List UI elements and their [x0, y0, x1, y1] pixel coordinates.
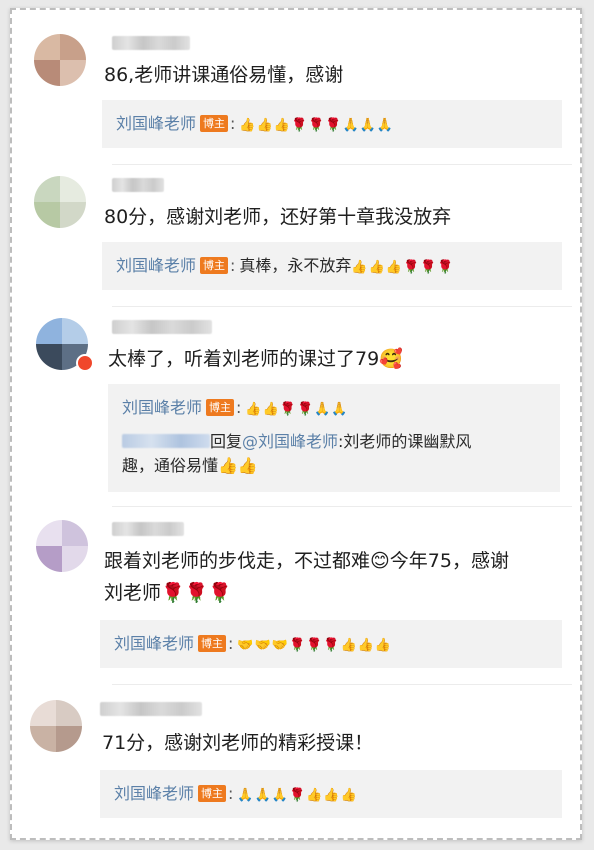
comment-text-line1: 跟着刘老师的步伐走，不过都难😊今年75，感谢 — [104, 550, 509, 572]
reply-emoji: 👍👍🌹🌹🙏🙏 — [245, 402, 349, 417]
reply-colon: : — [228, 634, 234, 653]
mention-link[interactable]: @刘国峰老师 — [242, 432, 338, 451]
blogger-badge: 博主 — [198, 785, 227, 802]
author-name-link[interactable]: 刘国峰老师 — [116, 256, 196, 275]
reply-emoji: 🤝🤝🤝🌹🌹🌹👍👍👍 — [237, 638, 393, 653]
divider — [112, 306, 572, 307]
reply-emoji: 🙏🙏🙏🌹👍👍👍 — [237, 788, 358, 803]
blogger-badge: 博主 — [206, 399, 235, 416]
comment-text: 太棒了，听着刘老师的课过了79🥰 — [108, 348, 403, 370]
reply-colon: : — [236, 398, 242, 417]
comment-text: 71分，感谢刘老师的精彩授课！ — [102, 732, 374, 754]
author-name-link[interactable]: 刘国峰老师 — [122, 398, 202, 417]
reply-emoji: 👍👍👍🌹🌹🌹🙏🙏🙏 — [239, 118, 395, 133]
sub-reply-username-blurred[interactable] — [122, 434, 210, 448]
sub-reply: 回复@刘国峰老师:刘老师的课幽默风 趣，通俗易懂👍👍 — [122, 430, 546, 478]
comment-card: 86,老师讲课通俗易懂，感谢 刘国峰老师 博主: 👍👍👍🌹🌹🌹🙏🙏🙏 80分，感谢刘… — [10, 8, 582, 840]
username-blurred[interactable] — [112, 320, 212, 334]
divider — [112, 164, 572, 165]
author-reply: 刘国峰老师 博主: 🙏🙏🙏🌹👍👍👍 — [100, 770, 562, 818]
username-blurred[interactable] — [112, 36, 190, 50]
author-reply: 刘国峰老师 博主: 👍👍👍🌹🌹🌹🙏🙏🙏 — [102, 100, 562, 148]
reply-emoji: 👍👍👍🌹🌹🌹 — [351, 260, 455, 275]
comment-text: 80分，感谢刘老师，还好第十章我没放弃 — [104, 206, 452, 228]
author-reply: 刘国峰老师 博主: 🤝🤝🤝🌹🌹🌹👍👍👍 — [100, 620, 562, 668]
divider — [112, 684, 572, 685]
verified-badge-icon — [76, 354, 94, 372]
comment-text-line2: 刘老师🌹🌹🌹 — [104, 582, 232, 604]
username-blurred[interactable] — [112, 522, 184, 536]
blogger-badge: 博主 — [200, 115, 229, 132]
avatar[interactable] — [36, 520, 88, 572]
author-name-link[interactable]: 刘国峰老师 — [114, 634, 194, 653]
username-blurred[interactable] — [112, 178, 164, 192]
author-reply: 刘国峰老师 博主: 👍👍🌹🌹🙏🙏 回复@刘国峰老师:刘老师的课幽默风 趣，通俗易懂👍… — [108, 384, 560, 492]
sub-reply-text-line1: :刘老师的课幽默风 — [338, 432, 472, 451]
avatar[interactable] — [34, 176, 86, 228]
blogger-badge: 博主 — [200, 257, 229, 274]
reply-colon: : — [230, 114, 236, 133]
reply-text: 真棒，永不放弃 — [239, 256, 352, 275]
reply-colon: : — [228, 784, 234, 803]
sub-reply-prefix: 回复 — [210, 432, 243, 451]
avatar[interactable] — [34, 34, 86, 86]
comment-text: 86,老师讲课通俗易懂，感谢 — [104, 64, 344, 86]
author-name-link[interactable]: 刘国峰老师 — [114, 784, 194, 803]
sub-reply-text-line2: 趣，通俗易懂👍👍 — [122, 456, 258, 475]
username-blurred[interactable] — [100, 702, 202, 716]
author-name-link[interactable]: 刘国峰老师 — [116, 114, 196, 133]
avatar[interactable] — [30, 700, 82, 752]
reply-colon: : — [230, 256, 236, 275]
blogger-badge: 博主 — [198, 635, 227, 652]
divider — [112, 506, 572, 507]
author-reply: 刘国峰老师 博主: 真棒，永不放弃👍👍👍🌹🌹🌹 — [102, 242, 562, 290]
